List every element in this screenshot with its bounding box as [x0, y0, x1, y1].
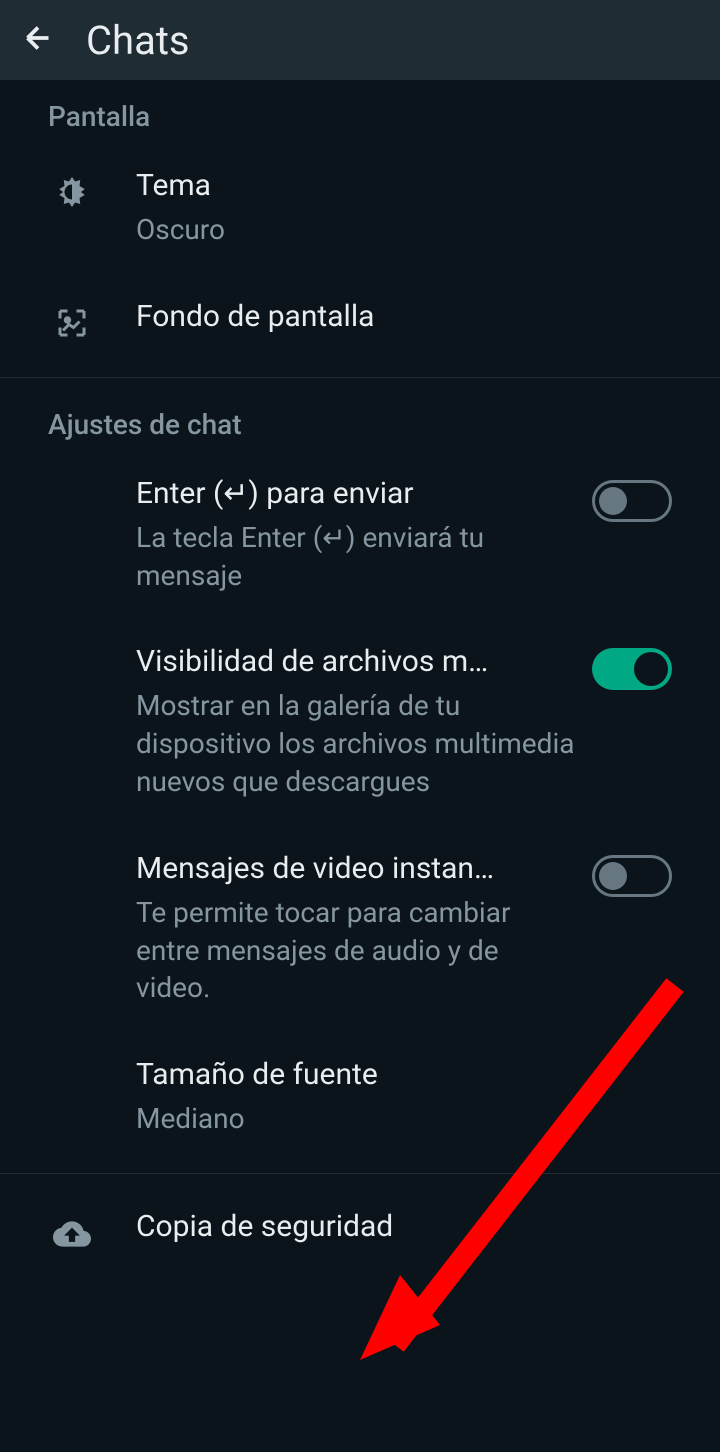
instant-video-title: Mensajes de video instan… — [136, 851, 577, 886]
font-size-title: Tamaño de fuente — [136, 1057, 672, 1092]
enter-to-send-toggle[interactable] — [592, 480, 672, 522]
backup-setting[interactable]: Copia de seguridad — [0, 1184, 720, 1278]
enter-to-send-subtitle: La tecla Enter (↵) enviará tu mensaje — [136, 519, 577, 595]
instant-video-toggle[interactable] — [592, 855, 672, 897]
wallpaper-setting[interactable]: Fondo de pantalla — [0, 274, 720, 367]
wallpaper-title: Fondo de pantalla — [136, 299, 672, 334]
arrow-left-icon — [20, 20, 56, 56]
media-visibility-subtitle: Mostrar en la galería de tu dispositivo … — [136, 687, 577, 800]
theme-title: Tema — [136, 168, 672, 203]
backup-title: Copia de seguridad — [136, 1209, 672, 1244]
brightness-icon — [54, 174, 90, 210]
theme-setting[interactable]: Tema Oscuro — [0, 143, 720, 274]
media-visibility-toggle[interactable] — [592, 648, 672, 690]
cloud-backup-icon — [53, 1215, 91, 1253]
media-visibility-title: Visibilidad de archivos m… — [136, 644, 577, 679]
section-header-chat: Ajustes de chat — [0, 388, 720, 451]
back-button[interactable] — [20, 20, 56, 60]
font-size-setting[interactable]: Tamaño de fuente Mediano — [0, 1032, 720, 1163]
font-size-value: Mediano — [136, 1100, 672, 1138]
media-visibility-setting[interactable]: Visibilidad de archivos m… Mostrar en la… — [0, 619, 720, 825]
page-title: Chats — [86, 17, 190, 64]
enter-to-send-setting[interactable]: Enter (↵) para enviar La tecla Enter (↵)… — [0, 451, 720, 620]
divider — [0, 1173, 720, 1174]
instant-video-subtitle: Te permite tocar para cambiar entre mens… — [136, 894, 577, 1007]
instant-video-setting[interactable]: Mensajes de video instan… Te permite toc… — [0, 826, 720, 1032]
divider — [0, 377, 720, 378]
theme-value: Oscuro — [136, 211, 672, 249]
section-header-display: Pantalla — [0, 80, 720, 143]
wallpaper-icon — [54, 305, 90, 341]
header-bar: Chats — [0, 0, 720, 80]
enter-to-send-title: Enter (↵) para enviar — [136, 476, 577, 511]
